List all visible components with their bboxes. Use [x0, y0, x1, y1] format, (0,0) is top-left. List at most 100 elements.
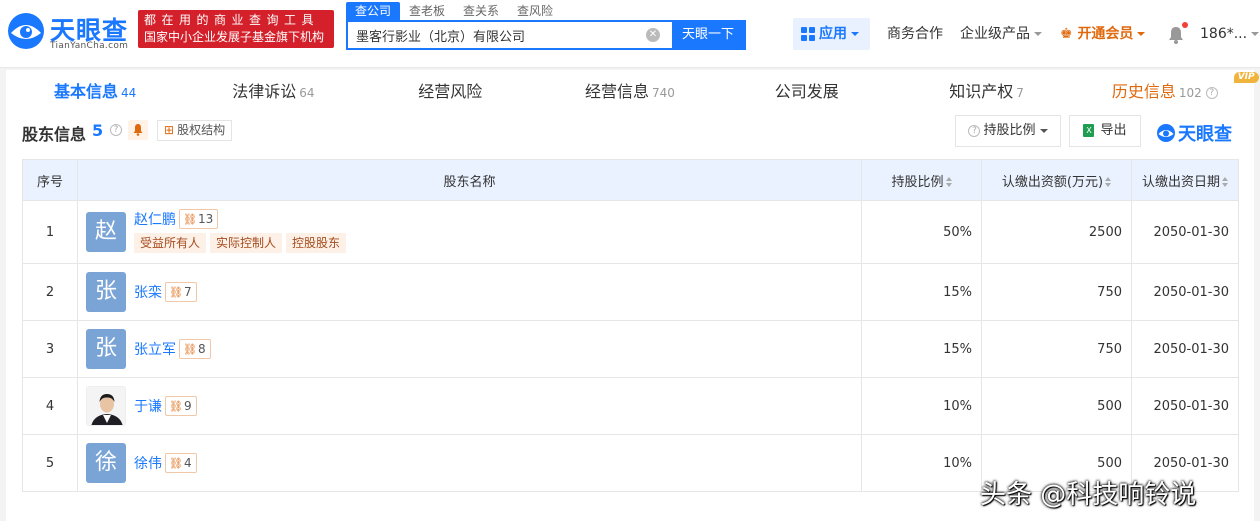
chevron-down-icon — [1034, 32, 1042, 36]
tab-basic-info[interactable]: 基本信息 44 — [6, 70, 184, 113]
tab-litigation[interactable]: 法律诉讼 64 — [184, 70, 362, 113]
search-button[interactable]: 天眼一下 — [672, 22, 744, 48]
watermark-logo: 天眼查 — [1156, 120, 1232, 145]
logo-domain: TianYanCha.com — [50, 41, 129, 51]
ratio-cell: 15% — [861, 320, 982, 378]
monitor-button[interactable] — [128, 120, 148, 140]
tab-label: 知识产权 — [949, 82, 1014, 101]
tab-ip[interactable]: 知识产权 7 — [897, 70, 1075, 113]
col-header-amount-label: 认缴出资额(万元) — [1001, 174, 1104, 190]
relation-graph-icon: ⛓ — [183, 213, 197, 226]
col-header-date[interactable]: 认缴出资日期 — [1131, 159, 1239, 201]
search-tab-company[interactable]: 查公司 — [346, 2, 401, 20]
tab-operating-info[interactable]: 经营信息 740 — [541, 70, 719, 113]
site-logo[interactable]: 天眼查 TianYanCha.com — [6, 9, 132, 53]
avatar[interactable]: 张 — [86, 329, 126, 369]
crown-icon: ♚ — [1060, 26, 1073, 42]
row-index: 5 — [22, 434, 78, 492]
sort-icon — [945, 177, 952, 187]
search-tab-relation[interactable]: 查关系 — [454, 2, 508, 20]
search-tab-boss[interactable]: 查老板 — [400, 2, 454, 20]
shareholder-name-link[interactable]: 张立军 — [134, 342, 176, 358]
relations-badge[interactable]: ⛓8 — [179, 339, 211, 359]
ratio-cell: 10% — [861, 434, 982, 492]
avatar[interactable]: 赵 — [86, 212, 126, 252]
col-header-ratio[interactable]: 持股比例 — [861, 159, 982, 201]
tab-operating-risk[interactable]: 经营风险 — [363, 70, 541, 113]
tab-count: 7 — [1016, 86, 1024, 100]
shareholder-name-link[interactable]: 徐伟 — [134, 456, 162, 472]
slogan-banner[interactable]: 都在用的商业查询工具 国家中小企业发展子基金旗下机构 — [138, 10, 334, 48]
clear-icon[interactable]: ✕ — [646, 28, 660, 42]
amount-cell: 500 — [981, 377, 1132, 435]
tab-label: 经营风险 — [418, 82, 483, 101]
col-header-ratio-label: 持股比例 — [891, 174, 944, 190]
vip-badge: VIP — [1233, 72, 1259, 83]
search-tab-risk[interactable]: 查风险 — [508, 2, 562, 20]
date-cell: 2050-01-30 — [1131, 200, 1239, 264]
user-menu[interactable]: 186*... — [1200, 18, 1260, 50]
sort-icon — [1222, 177, 1228, 187]
relations-badge[interactable]: ⛓7 — [165, 282, 197, 302]
equity-structure-button[interactable]: ⊞ 股权结构 — [157, 120, 233, 141]
row-index: 4 — [22, 377, 78, 435]
grid-icon — [801, 27, 815, 41]
enterprise-label: 企业级产品 — [960, 26, 1030, 42]
tag-beneficial-owner: 受益所有人 — [134, 233, 207, 253]
bell-icon[interactable] — [1168, 26, 1184, 44]
col-header-amount[interactable]: 认缴出资额(万元) — [981, 159, 1132, 201]
tab-history[interactable]: 历史信息 102? VIP — [1076, 70, 1259, 113]
tab-development[interactable]: 公司发展 — [719, 70, 897, 113]
apps-menu-button[interactable]: 应用 — [793, 18, 870, 50]
holder-cell: 张 张立军 ⛓8 — [77, 320, 862, 378]
ratio-filter-label: 持股比例 — [983, 123, 1036, 138]
section-count: 5 — [92, 121, 104, 140]
vip-menu[interactable]: ♚ 开通会员 — [1060, 18, 1146, 50]
chevron-down-icon — [1039, 128, 1048, 133]
chevron-down-icon — [1137, 32, 1146, 36]
help-icon[interactable]: ? — [1205, 86, 1218, 99]
relations-count: 4 — [183, 456, 192, 470]
relations-badge[interactable]: ⛓9 — [165, 396, 197, 416]
search-box: ✕ 天眼一下 — [346, 20, 746, 50]
shareholder-name-link[interactable]: 张栾 — [134, 285, 162, 301]
avatar[interactable]: 张 — [86, 272, 126, 312]
tag-controlling-shareholder: 控股股东 — [286, 233, 347, 253]
person-photo-icon — [87, 387, 125, 425]
table-row: 4 于谦 ⛓9 10% 500 2050-01-30 — [22, 377, 1239, 435]
avatar[interactable]: 徐 — [86, 443, 126, 483]
watermark-logo-text: 天眼查 — [1178, 124, 1232, 145]
ratio-filter-button[interactable]: ? 持股比例 — [955, 115, 1061, 147]
eye-logo-icon — [8, 13, 44, 49]
relations-count: 8 — [197, 342, 206, 356]
relation-graph-icon: ⛓ — [183, 343, 197, 356]
relations-count: 13 — [197, 212, 214, 226]
row-index: 3 — [22, 320, 78, 378]
slogan-line1: 都在用的商业查询工具 — [144, 13, 320, 27]
enterprise-products-menu[interactable]: 企业级产品 — [960, 18, 1042, 50]
date-cell: 2050-01-30 — [1131, 263, 1239, 321]
amount-cell: 750 — [981, 320, 1132, 378]
shareholder-name-link[interactable]: 于谦 — [134, 399, 162, 415]
shareholder-table: 序号 股东名称 持股比例 认缴出资额(万元) 认缴出资日期 1 赵 赵仁鹏 ⛓13 — [22, 159, 1239, 492]
shareholder-name-link[interactable]: 赵仁鹏 — [134, 212, 176, 228]
company-tabs: 基本信息 44 法律诉讼 64 经营风险 经营信息 740 公司发展 知识产权 7 历史… — [6, 70, 1259, 113]
date-cell: 2050-01-30 — [1131, 377, 1239, 435]
top-header: 天眼查 TianYanCha.com 都在用的商业查询工具 国家中小企业发展子基… — [0, 0, 1260, 68]
help-icon[interactable]: ? — [110, 124, 122, 136]
export-button[interactable]: X 导出 — [1069, 115, 1141, 147]
relations-badge[interactable]: ⛓13 — [179, 209, 219, 229]
ratio-cell: 10% — [861, 377, 982, 435]
row-index: 1 — [22, 200, 78, 264]
relations-badge[interactable]: ⛓4 — [165, 453, 197, 473]
avatar-photo[interactable] — [86, 386, 126, 426]
notification-dot — [1182, 22, 1188, 28]
tab-count: 740 — [652, 86, 675, 100]
col-header-name: 股东名称 — [77, 159, 862, 201]
search-mode-tabs: 查公司 查老板 查关系 查风险 — [346, 2, 562, 20]
holder-cell: 张 张栾 ⛓7 — [77, 263, 862, 321]
search-input[interactable] — [348, 22, 646, 48]
equity-label: 股权结构 — [177, 123, 226, 137]
business-coop-link[interactable]: 商务合作 — [887, 18, 943, 50]
source-watermark: 头条 @科技响铃说 — [980, 480, 1197, 510]
